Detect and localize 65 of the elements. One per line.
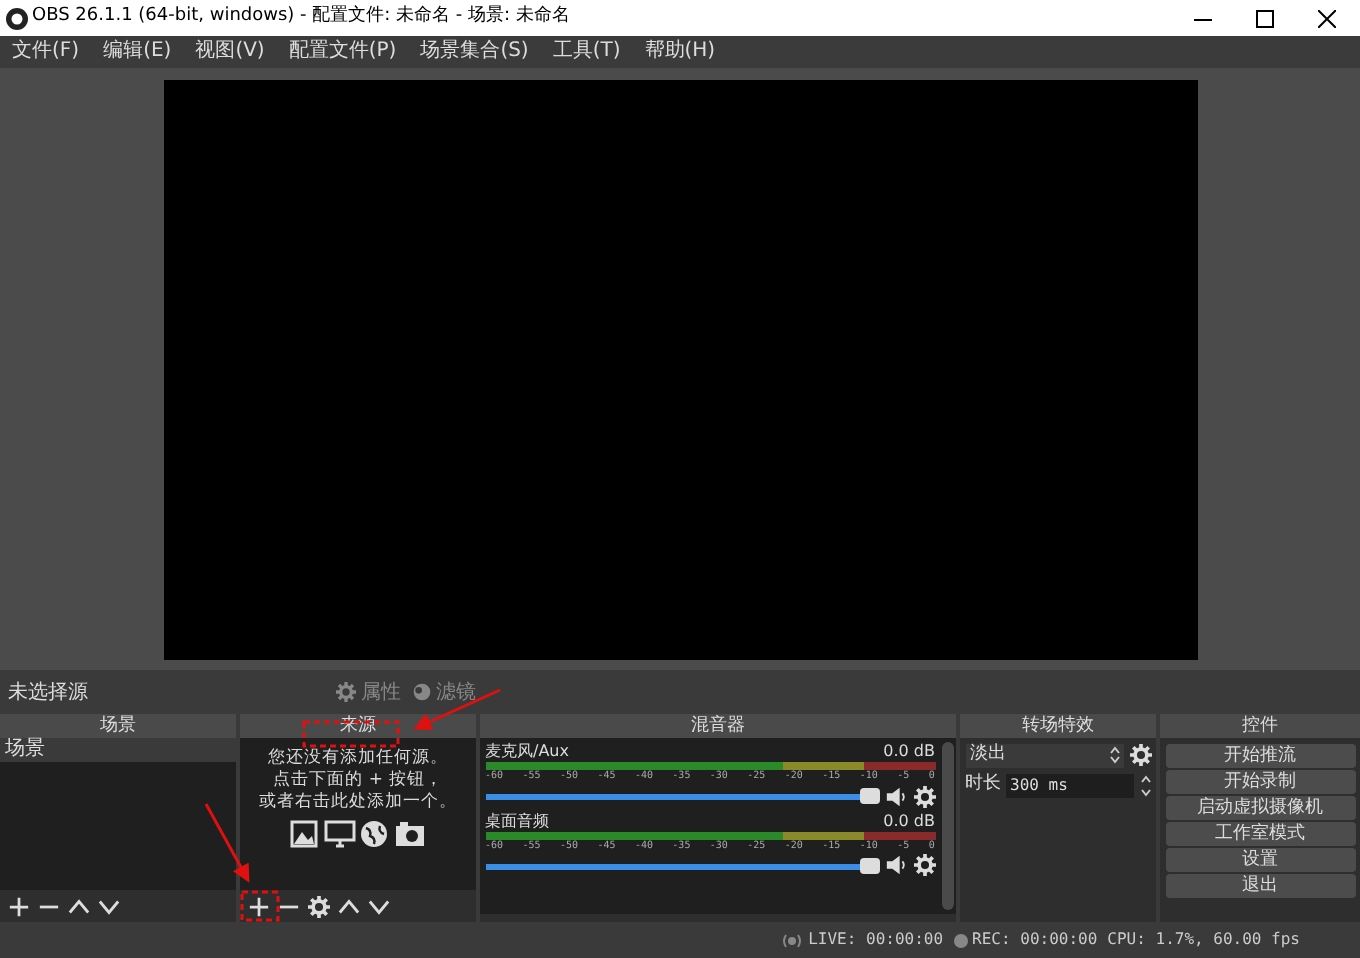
- move-down-icon[interactable]: [98, 895, 120, 917]
- slider-thumb[interactable]: [859, 857, 879, 873]
- menu-item[interactable]: 工具(T): [540, 36, 633, 68]
- volume-slider[interactable]: [485, 788, 879, 804]
- window-title: OBS 26.1.1 (64-bit, windows) - 配置文件: 未命名 - 场景: 未命名: [32, 4, 570, 31]
- control-button[interactable]: 开始推流: [1165, 743, 1355, 767]
- empty-hint-text: 点击下面的 + 按钮，: [273, 770, 443, 792]
- selected-source-label: 未选择源: [6, 679, 90, 707]
- menu-item[interactable]: 编辑(E): [91, 36, 184, 68]
- menu-item[interactable]: 场景集合(S): [408, 36, 541, 68]
- move-up-icon[interactable]: [68, 895, 90, 917]
- add-icon[interactable]: [8, 895, 30, 917]
- speaker-icon[interactable]: [884, 854, 908, 876]
- monitor-icon: [323, 819, 356, 847]
- scrollbar[interactable]: [942, 742, 954, 910]
- settings-icon[interactable]: [1129, 744, 1151, 766]
- speaker-icon[interactable]: [884, 785, 908, 807]
- menu-item[interactable]: 视图(V): [183, 36, 277, 68]
- spinner-icon: [1109, 746, 1119, 764]
- move-down-icon[interactable]: [368, 895, 390, 917]
- channel-name: 桌面音频: [485, 811, 549, 831]
- add-icon[interactable]: [248, 895, 270, 917]
- dock-title: 控件: [1160, 714, 1360, 738]
- control-button[interactable]: 工作室模式: [1165, 821, 1355, 845]
- cpu-status: CPU: 1.7%, 60.00 fps: [1107, 928, 1300, 952]
- control-button[interactable]: 开始录制: [1165, 769, 1355, 793]
- image-icon: [290, 819, 319, 847]
- empty-hint-text: 或者右击此处添加一个。: [259, 792, 457, 814]
- control-button[interactable]: 退出: [1165, 873, 1355, 897]
- settings-icon[interactable]: [913, 785, 935, 807]
- spinner-icon[interactable]: [1139, 773, 1151, 798]
- transition-select[interactable]: 淡出: [965, 743, 1124, 767]
- close-icon[interactable]: [1317, 9, 1335, 27]
- broadcast-icon[interactable]: [779, 931, 804, 949]
- maximize-icon[interactable]: [1255, 9, 1273, 27]
- duration-field[interactable]: 300 ms: [1006, 773, 1134, 798]
- volume-reading: 0.0 dB: [883, 811, 935, 831]
- live-status: LIVE: 00:00:00: [808, 928, 944, 952]
- gear-icon: [336, 682, 356, 702]
- record-dot-icon[interactable]: [953, 933, 968, 947]
- menu-item[interactable]: 文件(F): [0, 36, 92, 68]
- channel-name: 麦克风/Aux: [485, 742, 569, 762]
- globe-icon: [360, 819, 389, 847]
- camera-icon: [393, 819, 426, 847]
- empty-hint-text: 您还没有添加任何源。: [268, 748, 448, 770]
- slider-thumb[interactable]: [859, 788, 879, 804]
- settings-icon[interactable]: [308, 895, 330, 917]
- volume-slider[interactable]: [485, 857, 879, 873]
- dock-title: 转场特效: [960, 714, 1156, 738]
- move-up-icon[interactable]: [338, 895, 360, 917]
- rec-status: REC: 00:00:00: [972, 928, 1098, 952]
- duration-label: 时长: [965, 772, 1001, 798]
- volume-reading: 0.0 dB: [883, 742, 935, 762]
- dock-title: 混音器: [480, 714, 956, 738]
- control-button[interactable]: 设置: [1165, 847, 1355, 871]
- menu-item[interactable]: 配置文件(P): [276, 36, 409, 68]
- highlight-box: [240, 890, 280, 922]
- scene-item[interactable]: 场景: [0, 738, 236, 762]
- dock-title: 场景: [0, 714, 236, 738]
- filter-icon: [411, 682, 431, 702]
- settings-icon[interactable]: [913, 854, 935, 876]
- app-logo-icon: [5, 7, 27, 29]
- arrow-annotation: [204, 803, 250, 883]
- control-button[interactable]: 启动虚拟摄像机: [1165, 795, 1355, 819]
- menu-item[interactable]: 帮助(H): [632, 36, 728, 68]
